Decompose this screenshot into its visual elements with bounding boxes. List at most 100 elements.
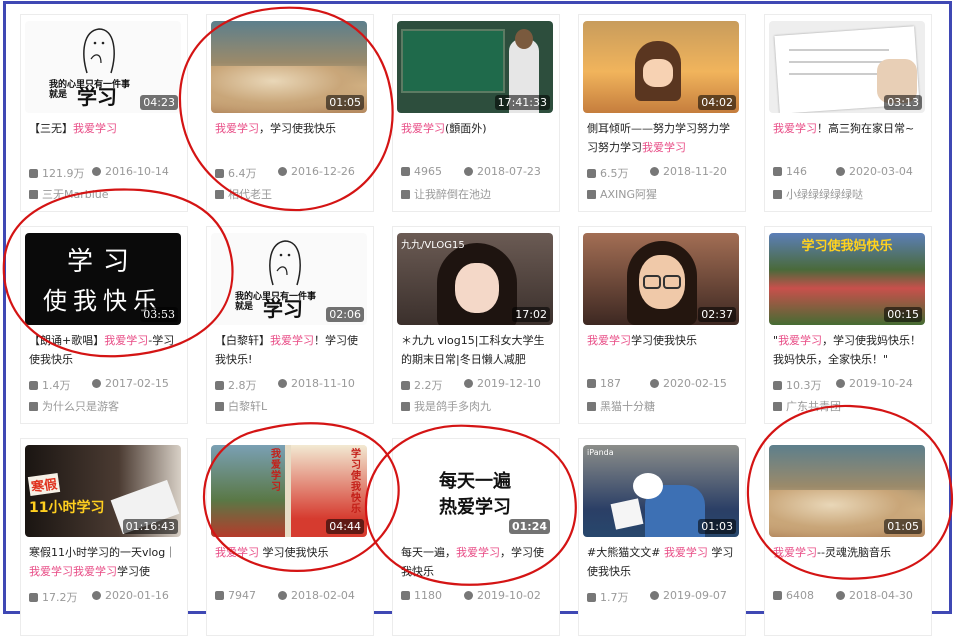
video-thumbnail[interactable]: 02:37 bbox=[583, 233, 739, 325]
video-thumbnail[interactable]: 我的心里只有一件事 就是 学习 02:06 bbox=[211, 233, 367, 325]
blackboard bbox=[401, 29, 505, 93]
uploader-name: 为什么只是游客 bbox=[42, 400, 119, 413]
video-thumbnail[interactable]: 学习 使我快乐 03:53 bbox=[25, 233, 181, 325]
video-title[interactable]: 我爱学习--灵魂洗脑音乐 bbox=[773, 543, 923, 585]
uploader-link[interactable]: 我是鸽手多肉九 bbox=[401, 398, 557, 414]
clock-icon bbox=[464, 379, 473, 388]
title-highlight: 我爱学习 bbox=[778, 334, 823, 347]
video-thumbnail[interactable]: 03:13 bbox=[769, 21, 925, 113]
upload-date: 2018-04-30 bbox=[849, 589, 913, 602]
video-card[interactable]: 每天一遍 热爱学习 01:24 每天一遍，我爱学习，学习使我快乐 1180 201… bbox=[392, 438, 560, 636]
video-thumbnail[interactable]: 我爱学习 学习使我快乐 04:44 bbox=[211, 445, 367, 537]
channel-watermark: iPanda bbox=[587, 448, 614, 457]
uploader-name: 白黎轩L bbox=[228, 400, 268, 413]
video-card[interactable]: 17:41:33 我爱学习(顫面外) 4965 2018-07-23 让我醉倒在池… bbox=[392, 14, 560, 212]
title-text: ！高三狗在家日常~ bbox=[817, 122, 915, 135]
title-highlight: 我爱学习 bbox=[587, 334, 631, 347]
video-thumbnail[interactable]: 17:41:33 bbox=[397, 21, 553, 113]
view-count: 6.5万 bbox=[600, 167, 629, 180]
video-title[interactable]: 寒假11小时学习的一天vlog｜ 我爱学习我爱学习学习使 bbox=[29, 543, 179, 585]
video-title[interactable]: 我爱学习学习使我快乐 bbox=[587, 331, 737, 373]
clock-icon bbox=[836, 591, 845, 600]
title-text: 学习使我快乐 bbox=[631, 334, 697, 347]
video-title[interactable]: 我爱学习(顫面外) bbox=[401, 119, 551, 161]
video-card[interactable]: 九九/VLOG15 17:02 ＊九九 vlog15|工科女大学生的期末日常|冬… bbox=[392, 226, 560, 424]
upload-date: 2018-11-10 bbox=[291, 377, 355, 390]
thumb-caption: 就是 bbox=[235, 302, 254, 312]
video-thumbnail[interactable]: 学习使我妈快乐 00:15 bbox=[769, 233, 925, 325]
video-title[interactable]: 側耳倾听——努力学习努力学习努力学习我爱学习 bbox=[587, 119, 737, 161]
paper-line bbox=[789, 61, 889, 63]
uploader-link[interactable]: 让我醉倒在池边 bbox=[401, 186, 557, 202]
video-thumbnail[interactable]: 01:05 bbox=[211, 21, 367, 113]
title-text: 寒假11小时学习的一天vlog｜ bbox=[29, 546, 177, 559]
video-title[interactable]: 我爱学习，学习使我快乐 bbox=[215, 119, 365, 161]
thumb-caption: 就是 bbox=[49, 90, 68, 100]
video-card[interactable]: 04:02 側耳倾听——努力学习努力学习努力学习我爱学习 6.5万 2018-11… bbox=[578, 14, 746, 212]
play-icon bbox=[29, 381, 38, 390]
title-text: 学习使我快乐 bbox=[259, 546, 329, 559]
video-card[interactable]: 01:05 我爱学习，学习使我快乐 6.4万 2016-12-26 相代老王 bbox=[206, 14, 374, 212]
video-card[interactable]: 学习 使我快乐 03:53 【朗诵+歌唱】我爱学习-学习使我快乐 1.4万 201… bbox=[20, 226, 188, 424]
uploader-link[interactable]: AXING阿猩 bbox=[587, 186, 743, 202]
view-count: 2.2万 bbox=[414, 379, 443, 392]
video-title[interactable]: "我爱学习，学习使我妈快乐！我妈快乐，全家快乐！" bbox=[773, 331, 923, 373]
video-card[interactable]: iPanda 01:03 #大熊猫文文# 我爱学习 学习使我快乐 1.7万 201… bbox=[578, 438, 746, 636]
duration-badge: 00:15 bbox=[884, 307, 922, 322]
duration-badge: 03:13 bbox=[884, 95, 922, 110]
user-icon bbox=[29, 190, 38, 199]
video-title[interactable]: 我爱学习 学习使我快乐 bbox=[215, 543, 365, 585]
video-title[interactable]: 【三无】我爱学习 bbox=[29, 119, 179, 161]
duration-badge: 01:24 bbox=[508, 519, 550, 534]
video-title[interactable]: #大熊猫文文# 我爱学习 学习使我快乐 bbox=[587, 543, 737, 585]
video-card[interactable]: 我的心里只有一件事 就是 学习 02:06 【白黎轩】我爱学习！学习使我快乐! … bbox=[206, 226, 374, 424]
video-thumbnail[interactable]: 寒假 11小时学习 01:16:43 bbox=[25, 445, 181, 537]
video-title[interactable]: 每天一遍，我爱学习，学习使我快乐 bbox=[401, 543, 551, 585]
title-text: #大熊猫文文# bbox=[587, 546, 664, 559]
play-icon bbox=[401, 167, 410, 176]
uploader-link[interactable]: 相代老王 bbox=[215, 186, 371, 202]
video-thumbnail[interactable]: 我的心里只有一件事 就是 学习 04:23 bbox=[25, 21, 181, 113]
video-title[interactable]: 【白黎轩】我爱学习！学习使我快乐! bbox=[215, 331, 365, 373]
play-icon bbox=[29, 593, 38, 602]
video-thumbnail[interactable]: 每天一遍 热爱学习 01:24 bbox=[397, 445, 553, 537]
video-card[interactable]: 寒假 11小时学习 01:16:43 寒假11小时学习的一天vlog｜ 我爱学习我… bbox=[20, 438, 188, 636]
video-thumbnail[interactable]: 01:05 bbox=[769, 445, 925, 537]
duration-badge: 04:23 bbox=[140, 95, 178, 110]
title-highlight: 我爱学习 bbox=[401, 122, 445, 135]
play-icon bbox=[587, 379, 596, 388]
video-card[interactable]: 01:05 我爱学习--灵魂洗脑音乐 6408 2018-04-30 bbox=[764, 438, 932, 636]
upload-date: 2019-12-10 bbox=[477, 377, 541, 390]
video-card[interactable]: 03:13 我爱学习！高三狗在家日常~ 146 2020-03-04 小绿绿绿绿绿… bbox=[764, 14, 932, 212]
title-highlight: 我爱学习 bbox=[215, 122, 259, 135]
video-thumbnail[interactable]: 04:02 bbox=[583, 21, 739, 113]
video-thumbnail[interactable]: iPanda 01:03 bbox=[583, 445, 739, 537]
girl-face bbox=[455, 263, 499, 313]
video-card[interactable]: 学习使我妈快乐 00:15 "我爱学习，学习使我妈快乐！我妈快乐，全家快乐！" … bbox=[764, 226, 932, 424]
upload-date: 2020-03-04 bbox=[849, 165, 913, 178]
uploader-link[interactable]: 广东共青团 bbox=[773, 398, 929, 414]
video-card[interactable]: 02:37 我爱学习学习使我快乐 187 2020-02-15 黑猫十分糖 bbox=[578, 226, 746, 424]
user-icon bbox=[215, 190, 224, 199]
uploader-link[interactable]: 小绿绿绿绿绿哒 bbox=[773, 186, 929, 202]
uploader-link[interactable]: 三无Marblue bbox=[29, 186, 185, 202]
title-text: --灵魂洗脑音乐 bbox=[817, 546, 891, 559]
title-highlight: 我爱学习 bbox=[215, 546, 259, 559]
video-thumbnail[interactable]: 九九/VLOG15 17:02 bbox=[397, 233, 553, 325]
video-title[interactable]: ＊九九 vlog15|工科女大学生的期末日常|冬日懒人减肥 bbox=[401, 331, 551, 373]
play-icon bbox=[29, 169, 38, 178]
video-card[interactable]: 我的心里只有一件事 就是 学习 04:23 【三无】我爱学习 121.9万 201… bbox=[20, 14, 188, 212]
thumb-caption: 学习使我快乐 bbox=[351, 449, 361, 515]
glasses-icon bbox=[643, 275, 661, 289]
uploader-link[interactable]: 为什么只是游客 bbox=[29, 398, 185, 414]
uploader-name: AXING阿猩 bbox=[600, 188, 658, 201]
uploader-link[interactable]: 黑猫十分糖 bbox=[587, 398, 743, 414]
video-title[interactable]: 【朗诵+歌唱】我爱学习-学习使我快乐 bbox=[29, 331, 179, 373]
view-count: 17.2万 bbox=[42, 591, 78, 604]
video-card[interactable]: 我爱学习 学习使我快乐 04:44 我爱学习 学习使我快乐 7947 2018-0… bbox=[206, 438, 374, 636]
uploader-link[interactable]: 白黎轩L bbox=[215, 398, 371, 414]
play-icon bbox=[587, 593, 596, 602]
play-icon bbox=[773, 381, 782, 390]
title-highlight: 我爱学习 bbox=[270, 334, 314, 347]
video-title[interactable]: 我爱学习！高三狗在家日常~ bbox=[773, 119, 923, 161]
